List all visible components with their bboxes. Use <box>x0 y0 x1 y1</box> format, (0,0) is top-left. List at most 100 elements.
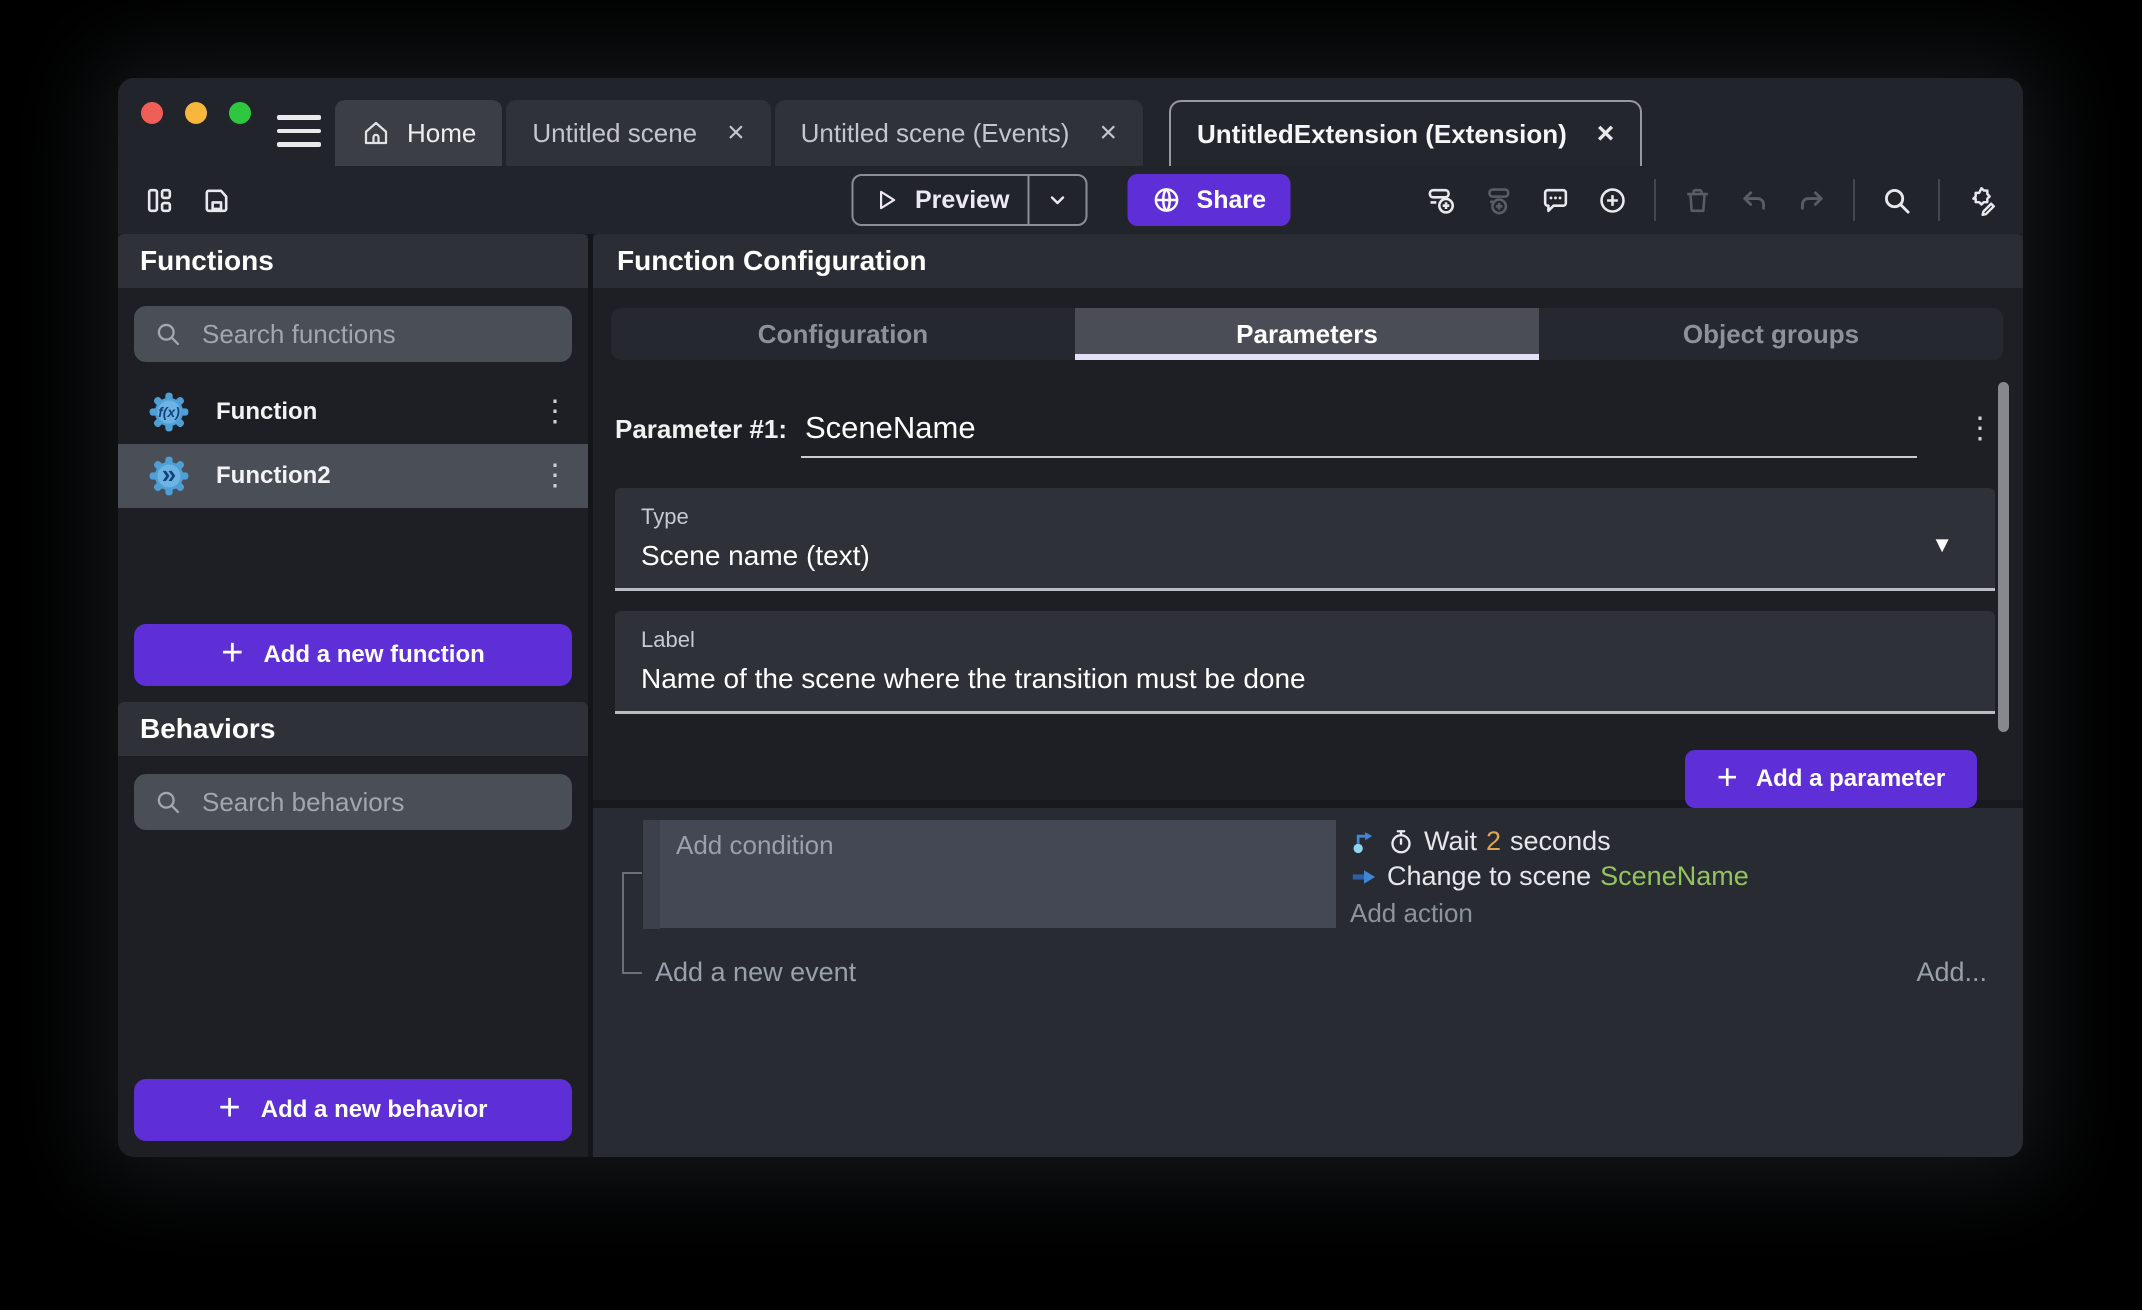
spacer <box>118 848 588 1063</box>
action-change-scene[interactable]: Change to scene SceneName <box>1350 861 1749 892</box>
behaviors-title: Behaviors <box>140 713 275 745</box>
preview-options-chevron[interactable] <box>1030 188 1086 212</box>
tab-object-groups[interactable]: Object groups <box>1539 308 2003 360</box>
vertical-scrollbar[interactable] <box>1998 382 2009 732</box>
tab-bar: Home Untitled scene × Untitled scene (Ev… <box>335 100 1646 166</box>
add-circle-icon[interactable] <box>1597 185 1628 216</box>
plus-icon: + <box>1717 759 1738 799</box>
add-new-behavior-button[interactable]: + Add a new behavior <box>134 1079 572 1141</box>
app-window: Home Untitled scene × Untitled scene (Ev… <box>118 78 2023 1157</box>
function-list-item-selected[interactable]: » Function2 ⋮ <box>118 444 588 508</box>
tab-label: UntitledExtension (Extension) <box>1197 119 1567 150</box>
dropdown-arrow-icon[interactable]: ▼ <box>1931 532 1953 558</box>
tab-home[interactable]: Home <box>335 100 502 166</box>
delete-icon[interactable] <box>1682 185 1713 216</box>
divider <box>1938 179 1940 221</box>
search-functions-input[interactable] <box>200 318 562 351</box>
parameter-name-input[interactable]: SceneName <box>801 410 1917 458</box>
globe-icon <box>1152 185 1182 215</box>
preview-label: Preview <box>915 186 1010 215</box>
content-area: Functions f(x) Function ⋮ <box>118 234 2023 1157</box>
function-list-item[interactable]: f(x) Function ⋮ <box>118 380 588 444</box>
toolbar-left <box>144 185 232 216</box>
parameter-type-field[interactable]: Type Scene name (text) ▼ <box>615 488 1995 591</box>
action-wait[interactable]: Wait 2 seconds <box>1350 826 1749 857</box>
search-icon <box>154 788 182 816</box>
home-icon <box>361 118 391 148</box>
functions-search-box <box>134 306 572 362</box>
timer-icon <box>1387 828 1415 856</box>
add-action-link[interactable]: Add action <box>1350 898 1749 929</box>
save-icon[interactable] <box>201 185 232 216</box>
add-more-link[interactable]: Add... <box>1916 957 1987 988</box>
search-icon[interactable] <box>1881 185 1912 216</box>
tab-parameters[interactable]: Parameters <box>1075 308 1539 360</box>
tab-label: Home <box>407 118 476 149</box>
function-icon: f(x) <box>148 391 190 433</box>
close-tab-icon[interactable]: × <box>727 118 745 148</box>
add-new-function-button[interactable]: + Add a new function <box>134 624 572 686</box>
functions-panel-header: Functions <box>118 234 588 288</box>
function-name: Function <box>216 398 317 426</box>
function-configuration-header: Function Configuration <box>593 234 2023 288</box>
close-tab-icon[interactable]: × <box>1099 118 1117 148</box>
add-parameter-button[interactable]: + Add a parameter <box>1685 750 1977 808</box>
label-field-label: Label <box>641 627 1969 653</box>
add-new-event-link[interactable]: Add a new event <box>655 957 856 988</box>
window-controls <box>141 102 251 124</box>
share-button[interactable]: Share <box>1128 174 1290 226</box>
tab-untitled-scene-events[interactable]: Untitled scene (Events) × <box>775 100 1143 166</box>
event-drag-handle[interactable] <box>643 820 660 929</box>
event-block: Add condition Wait 2 seconds <box>643 820 2023 929</box>
toolbar-right <box>1426 179 1997 221</box>
type-field-label: Type <box>641 504 1969 530</box>
divider <box>1654 179 1656 221</box>
minimize-window-button[interactable] <box>185 102 207 124</box>
add-condition-area[interactable]: Add condition <box>660 820 1336 928</box>
behaviors-search-box <box>134 774 572 830</box>
chevron-down-icon <box>1046 188 1070 212</box>
edit-extension-icon[interactable] <box>1966 185 1997 216</box>
close-tab-icon[interactable]: × <box>1597 119 1615 149</box>
parameter-kebab-menu-icon[interactable]: ⋮ <box>1965 414 1995 444</box>
function-icon: » <box>148 455 190 497</box>
events-sheet: Add condition Wait 2 seconds <box>593 808 2023 1157</box>
add-parameter-row: + Add a parameter <box>593 750 1977 808</box>
tab-untitled-extension[interactable]: UntitledExtension (Extension) × <box>1169 100 1642 166</box>
add-subevent-icon[interactable] <box>1483 185 1514 216</box>
spacer <box>118 508 588 608</box>
page-title: Function Configuration <box>617 245 927 277</box>
panels-layout-icon[interactable] <box>144 185 175 216</box>
async-action-icon <box>1350 828 1378 856</box>
play-icon <box>873 187 899 213</box>
hamburger-menu-icon[interactable] <box>277 115 321 147</box>
actions-column: Wait 2 seconds Change to scene SceneName… <box>1336 820 1749 929</box>
function-name: Function2 <box>216 462 331 490</box>
tab-untitled-scene[interactable]: Untitled scene × <box>506 100 770 166</box>
titlebar: Home Untitled scene × Untitled scene (Ev… <box>118 78 2023 166</box>
close-window-button[interactable] <box>141 102 163 124</box>
parameter-label-field[interactable]: Label Name of the scene where the transi… <box>615 611 1995 714</box>
zoom-window-button[interactable] <box>229 102 251 124</box>
scene-name-value: SceneName <box>1600 861 1749 892</box>
redo-icon[interactable] <box>1796 185 1827 216</box>
divider <box>1853 179 1855 221</box>
label-field-value: Name of the scene where the transition m… <box>641 663 1969 695</box>
event-bracket <box>622 872 642 974</box>
tab-label: Untitled scene <box>532 118 697 149</box>
configuration-tabs: Configuration Parameters Object groups <box>611 308 2003 360</box>
functions-title: Functions <box>140 245 274 277</box>
search-behaviors-input[interactable] <box>200 786 562 819</box>
desktop-background: Home Untitled scene × Untitled scene (Ev… <box>0 0 2142 1310</box>
kebab-menu-icon[interactable]: ⋮ <box>540 397 570 427</box>
undo-icon[interactable] <box>1739 185 1770 216</box>
change-scene-arrow-icon <box>1350 863 1378 891</box>
tab-configuration[interactable]: Configuration <box>611 308 1075 360</box>
add-event-icon[interactable] <box>1426 185 1457 216</box>
plus-icon: + <box>221 634 243 676</box>
kebab-menu-icon[interactable]: ⋮ <box>540 461 570 491</box>
plus-icon: + <box>219 1089 241 1131</box>
preview-button[interactable]: Preview <box>851 174 1088 226</box>
add-comment-icon[interactable] <box>1540 185 1571 216</box>
share-label: Share <box>1197 186 1266 215</box>
